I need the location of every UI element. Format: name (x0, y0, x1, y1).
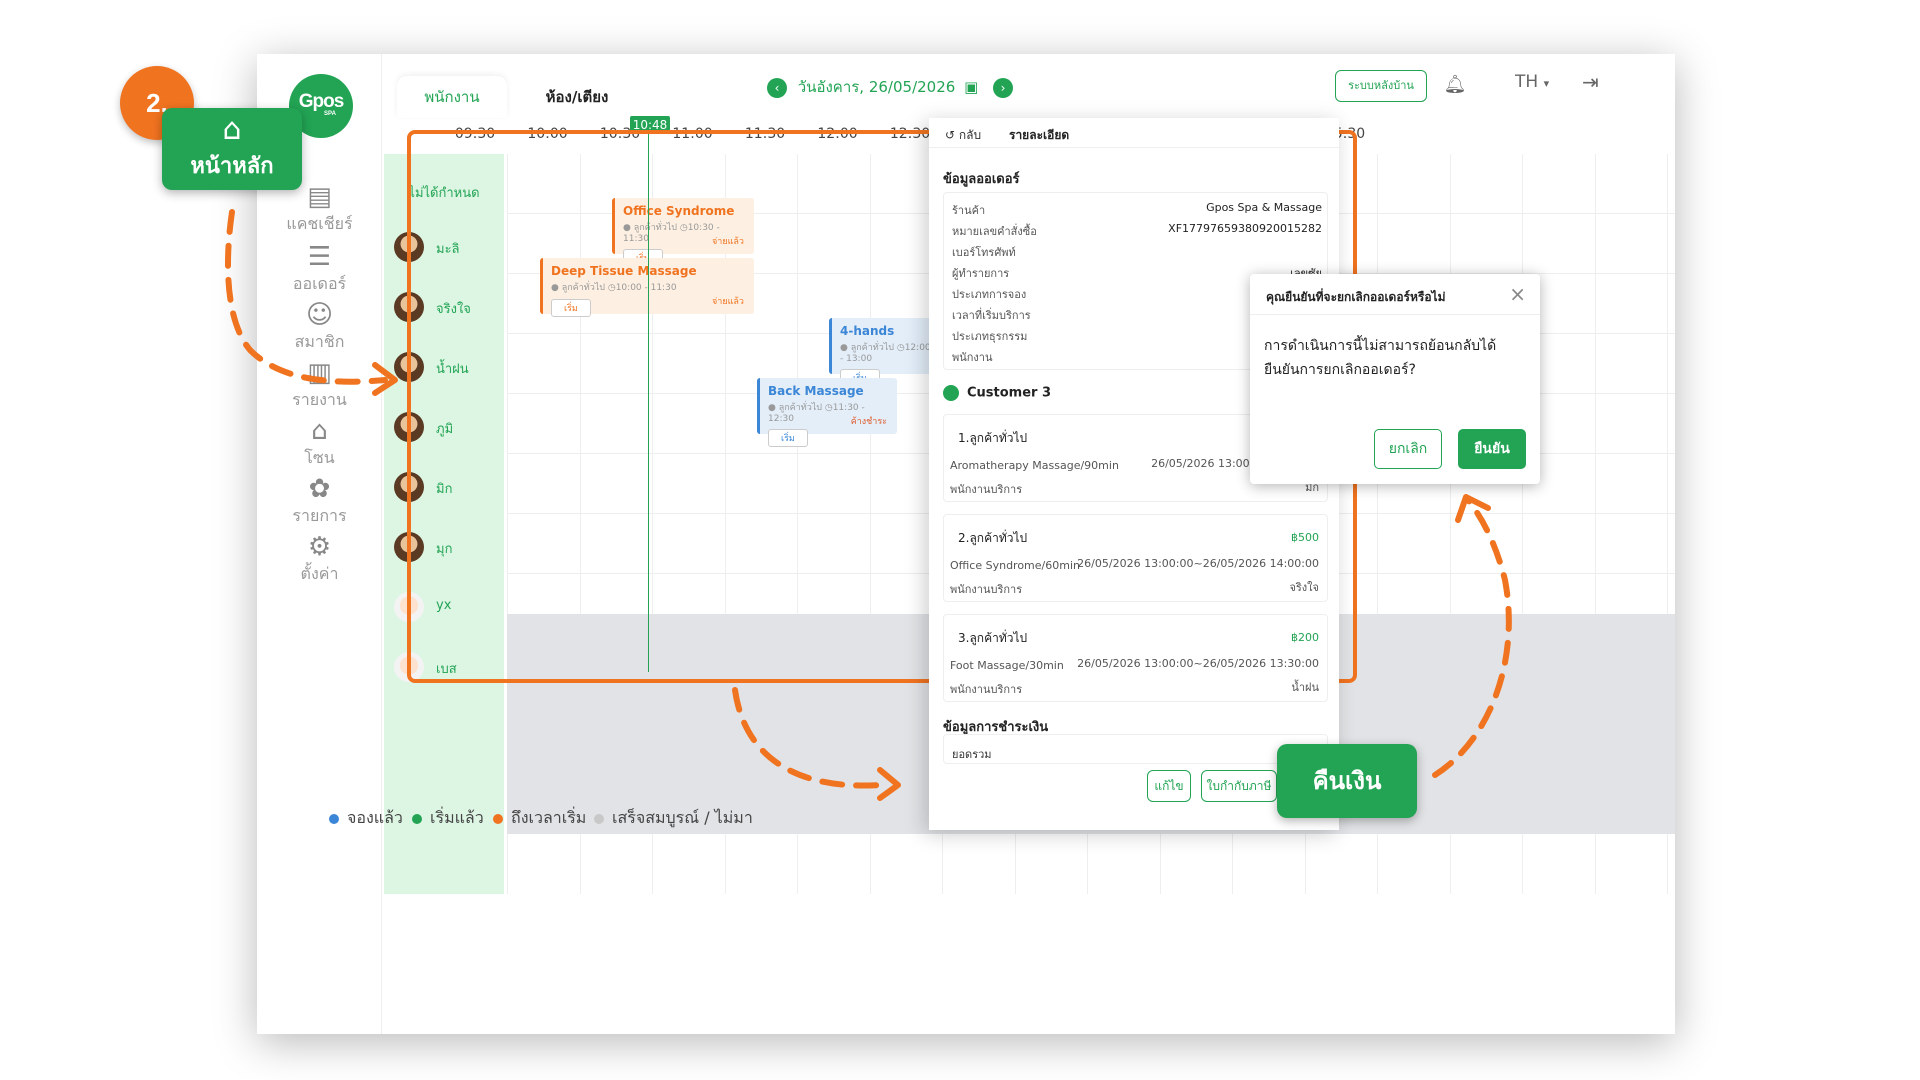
home-callout: ⌂ หน้าหลัก (162, 108, 302, 190)
service-time: 26/05/2026 13:00:00~26/05/2026 14:00:00 (1077, 557, 1319, 570)
dialog-message: การดำเนินการนี้ไม่สามารถย้อนกลับได้ ยืนย… (1264, 338, 1497, 378)
payment-info-box: ยอดรวม (943, 734, 1328, 764)
service-name: Foot Massage/30min (950, 659, 1064, 672)
sidebar-item-label: ตั้งค่า (300, 564, 339, 583)
customer-name: Customer 3 (967, 385, 1052, 401)
back-label: กลับ (958, 128, 982, 142)
back-button[interactable]: ↺ กลับ (945, 126, 981, 145)
customer-icon (943, 385, 959, 401)
refund-callout: คืนเงิน (1277, 744, 1417, 818)
dialog-divider (1250, 314, 1540, 315)
legend-label: เริ่มแล้ว (430, 808, 484, 827)
service-staff-label: พนักงานบริการ (950, 683, 1023, 696)
service-price: ฿200 (1291, 631, 1319, 644)
tax-invoice-button[interactable]: ใบกำกับภาษี (1201, 770, 1277, 802)
tab-details[interactable]: รายละเอียด (1009, 126, 1069, 145)
sidebar-item-label: ออเดอร์ (292, 274, 347, 293)
order-info-row: เบอร์โทรศัพท์ (952, 243, 1322, 261)
home-label: หน้าหลัก (190, 154, 274, 179)
legend-due: ถึงเวลาเริ่ม (493, 806, 586, 831)
field-label: ร้านค้า (952, 204, 986, 217)
legend-dot (594, 813, 604, 824)
field-value: XF17797659380920015282 (1168, 222, 1322, 235)
sidebar-item-label: โซน (304, 448, 335, 467)
current-date[interactable]: วันอังคาร, 26/05/2026 (798, 78, 956, 96)
field-label: เบอร์โทรศัพท์ (952, 246, 1016, 259)
sidebar-item-cashier[interactable]: ▤ แคชเชียร์ (257, 182, 382, 237)
legend-label: ถึงเวลาเริ่ม (511, 808, 587, 827)
field-label: ผู้ทำรายการ (952, 267, 1010, 280)
sidebar-item-label: แคชเชียร์ (286, 214, 353, 233)
legend-dot (493, 813, 503, 824)
date-navigator: ‹ วันอังคาร, 26/05/2026 ▣ › (767, 72, 1014, 102)
items-icon: ✿ (308, 474, 331, 504)
service-staff-label: พนักงานบริการ (950, 483, 1023, 496)
close-icon[interactable]: × (1509, 282, 1526, 306)
calendar-icon[interactable]: ▣ (964, 78, 978, 96)
member-icon: ☺ (305, 300, 334, 330)
confirm-button[interactable]: ยืนยัน (1458, 429, 1526, 469)
settings-icon: ⚙ (307, 532, 332, 562)
sidebar-item-items[interactable]: ✿ รายการ (257, 474, 382, 529)
legend-label: จองแล้ว (347, 808, 403, 827)
order-icon: ☰ (307, 242, 332, 272)
service-name: Office Syndrome/60min (950, 559, 1080, 572)
service-title: 2.ลูกค้าทั่วไป (958, 531, 1028, 545)
sidebar-item-settings[interactable]: ⚙ ตั้งค่า (257, 532, 382, 587)
home-icon: ⌂ (222, 112, 242, 147)
order-info-row: ร้านค้า Gpos Spa & Massage (952, 201, 1322, 219)
report-icon: ▥ (307, 358, 332, 388)
legend-label: เสร็จสมบูรณ์ / ไม่มา (612, 808, 753, 827)
order-info-row: หมายเลขคำสั่งซื้อ XF17797659380920015282 (952, 222, 1322, 240)
prev-day-icon[interactable]: ‹ (767, 77, 787, 98)
tab-staff[interactable]: พนักงาน (397, 76, 507, 118)
language-selector[interactable]: TH ▾ (1515, 72, 1549, 92)
total-label: ยอดรวม (952, 748, 992, 761)
field-value: Gpos Spa & Massage (1206, 201, 1322, 214)
backoffice-button[interactable]: ระบบหลังบ้าน (1335, 70, 1427, 102)
cancel-order-dialog: คุณยืนยันที่จะยกเลิกออเดอร์หรือไม่ × การ… (1250, 274, 1540, 484)
order-info-heading: ข้อมูลออเดอร์ (943, 172, 1020, 187)
service-name: Aromatherapy Massage/90min (950, 459, 1119, 472)
cancel-button[interactable]: ยกเลิก (1374, 429, 1442, 469)
service-staff: จริงใจ (1289, 581, 1319, 594)
legend-started: เริ่มแล้ว (412, 806, 484, 831)
service-time: 26/05/2026 13:00:00~26/05/2026 13:30:00 (1077, 657, 1319, 670)
next-day-icon[interactable]: › (993, 77, 1014, 98)
detail-header: ↺ กลับ รายละเอียด (929, 118, 1339, 148)
sidebar-item-label: รายงาน (292, 390, 347, 409)
service-staff-label: พนักงานบริการ (950, 583, 1023, 596)
notification-bell-icon[interactable]: 🔔︎ (1440, 70, 1470, 100)
sidebar: Gpos SPA ▤ แคชเชียร์ ☰ ออเดอร์ ☺ สมาชิก … (257, 54, 382, 1034)
legend-booked: จองแล้ว (329, 806, 403, 831)
sidebar-item-zone[interactable]: ⌂ โซน (257, 416, 382, 471)
field-label: เวลาที่เริ่มบริการ (952, 309, 1031, 322)
field-label: ประเภทการจอง (952, 288, 1027, 301)
service-item: 2.ลูกค้าทั่วไป ฿500 Office Syndrome/60mi… (943, 514, 1328, 602)
legend-completed: เสร็จสมบูรณ์ / ไม่มา (594, 806, 753, 831)
tab-room-bed[interactable]: ห้อง/เตียง (522, 76, 632, 118)
legend-dot (412, 813, 422, 824)
field-label: หมายเลขคำสั่งซื้อ (952, 225, 1037, 238)
customer-heading: Customer 3 (943, 385, 1051, 401)
logout-icon[interactable]: ⇥ (1582, 70, 1599, 94)
sidebar-item-label: สมาชิก (294, 332, 345, 351)
chevron-down-icon: ▾ (1543, 77, 1550, 90)
zone-icon: ⌂ (311, 416, 328, 446)
sidebar-item-label: รายการ (292, 506, 347, 525)
service-item: 3.ลูกค้าทั่วไป ฿200 Foot Massage/30min 2… (943, 614, 1328, 702)
dialog-title: คุณยืนยันที่จะยกเลิกออเดอร์หรือไม่ (1266, 290, 1446, 304)
legend-dot (329, 813, 339, 824)
field-label: พนักงาน (952, 351, 993, 364)
sidebar-item-member[interactable]: ☺ สมาชิก (257, 300, 382, 355)
service-staff: น้ำฝน (1291, 681, 1319, 694)
sidebar-item-order[interactable]: ☰ ออเดอร์ (257, 242, 382, 297)
sidebar-item-report[interactable]: ▥ รายงาน (257, 358, 382, 413)
service-title: 1.ลูกค้าทั่วไป (958, 431, 1028, 445)
field-label: ประเภทธุรกรรม (952, 330, 1028, 343)
service-title: 3.ลูกค้าทั่วไป (958, 631, 1028, 645)
language-label: TH (1515, 72, 1539, 92)
edit-button[interactable]: แก้ไข (1147, 770, 1191, 802)
service-price: ฿500 (1291, 531, 1319, 544)
